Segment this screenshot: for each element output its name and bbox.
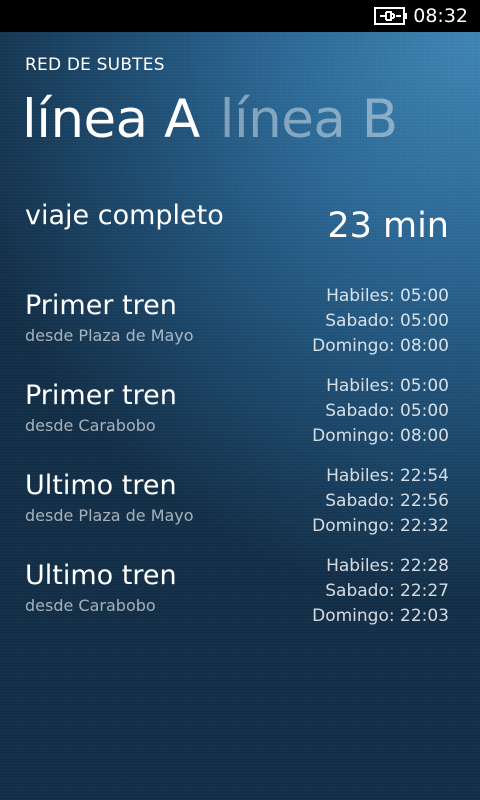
saturday-time: Sabado: 05:00 xyxy=(325,311,449,331)
pivot-tab-linea-a[interactable]: línea A xyxy=(22,84,200,156)
train-schedule-item: Ultimo tren desde Plaza de Mayo Habiles:… xyxy=(0,466,480,548)
train-schedule-item: Primer tren desde Plaza de Mayo Habiles:… xyxy=(0,286,480,368)
trip-duration-label: viaje completo xyxy=(25,200,224,231)
status-clock: 08:32 xyxy=(413,5,468,27)
weekday-time: Habiles: 05:00 xyxy=(326,286,449,306)
train-title: Ultimo tren xyxy=(25,470,177,501)
sunday-time: Domingo: 08:00 xyxy=(312,336,449,356)
sunday-time: Domingo: 22:32 xyxy=(312,516,449,536)
saturday-time: Sabado: 05:00 xyxy=(325,401,449,421)
train-origin: desde Plaza de Mayo xyxy=(25,506,194,525)
train-origin: desde Carabobo xyxy=(25,596,156,615)
train-title: Primer tren xyxy=(25,290,177,321)
trip-duration-value: 23 min xyxy=(327,206,449,246)
train-origin: desde Plaza de Mayo xyxy=(25,326,194,345)
train-title: Ultimo tren xyxy=(25,560,177,591)
pivot-headers: línea A línea B xyxy=(22,84,418,156)
train-origin: desde Carabobo xyxy=(25,416,156,435)
weekday-time: Habiles: 05:00 xyxy=(326,376,449,396)
train-schedule-item: Primer tren desde Carabobo Habiles: 05:0… xyxy=(0,376,480,458)
train-schedule-item: Ultimo tren desde Carabobo Habiles: 22:2… xyxy=(0,556,480,638)
app-title: RED DE SUBTES xyxy=(25,55,165,75)
train-times: Habiles: 22:28 Sabado: 22:27 Domingo: 22… xyxy=(312,554,449,629)
train-times: Habiles: 22:54 Sabado: 22:56 Domingo: 22… xyxy=(312,464,449,539)
saturday-time: Sabado: 22:56 xyxy=(325,491,449,511)
sunday-time: Domingo: 08:00 xyxy=(312,426,449,446)
train-times: Habiles: 05:00 Sabado: 05:00 Domingo: 08… xyxy=(312,374,449,449)
train-title: Primer tren xyxy=(25,380,177,411)
weekday-time: Habiles: 22:54 xyxy=(326,466,449,486)
sunday-time: Domingo: 22:03 xyxy=(312,606,449,626)
status-bar: 08:32 xyxy=(0,0,480,32)
saturday-time: Sabado: 22:27 xyxy=(325,581,449,601)
weekday-time: Habiles: 22:28 xyxy=(326,556,449,576)
train-times: Habiles: 05:00 Sabado: 05:00 Domingo: 08… xyxy=(312,284,449,359)
pivot-tab-linea-b[interactable]: línea B xyxy=(220,84,398,156)
battery-charging-icon xyxy=(374,7,407,25)
